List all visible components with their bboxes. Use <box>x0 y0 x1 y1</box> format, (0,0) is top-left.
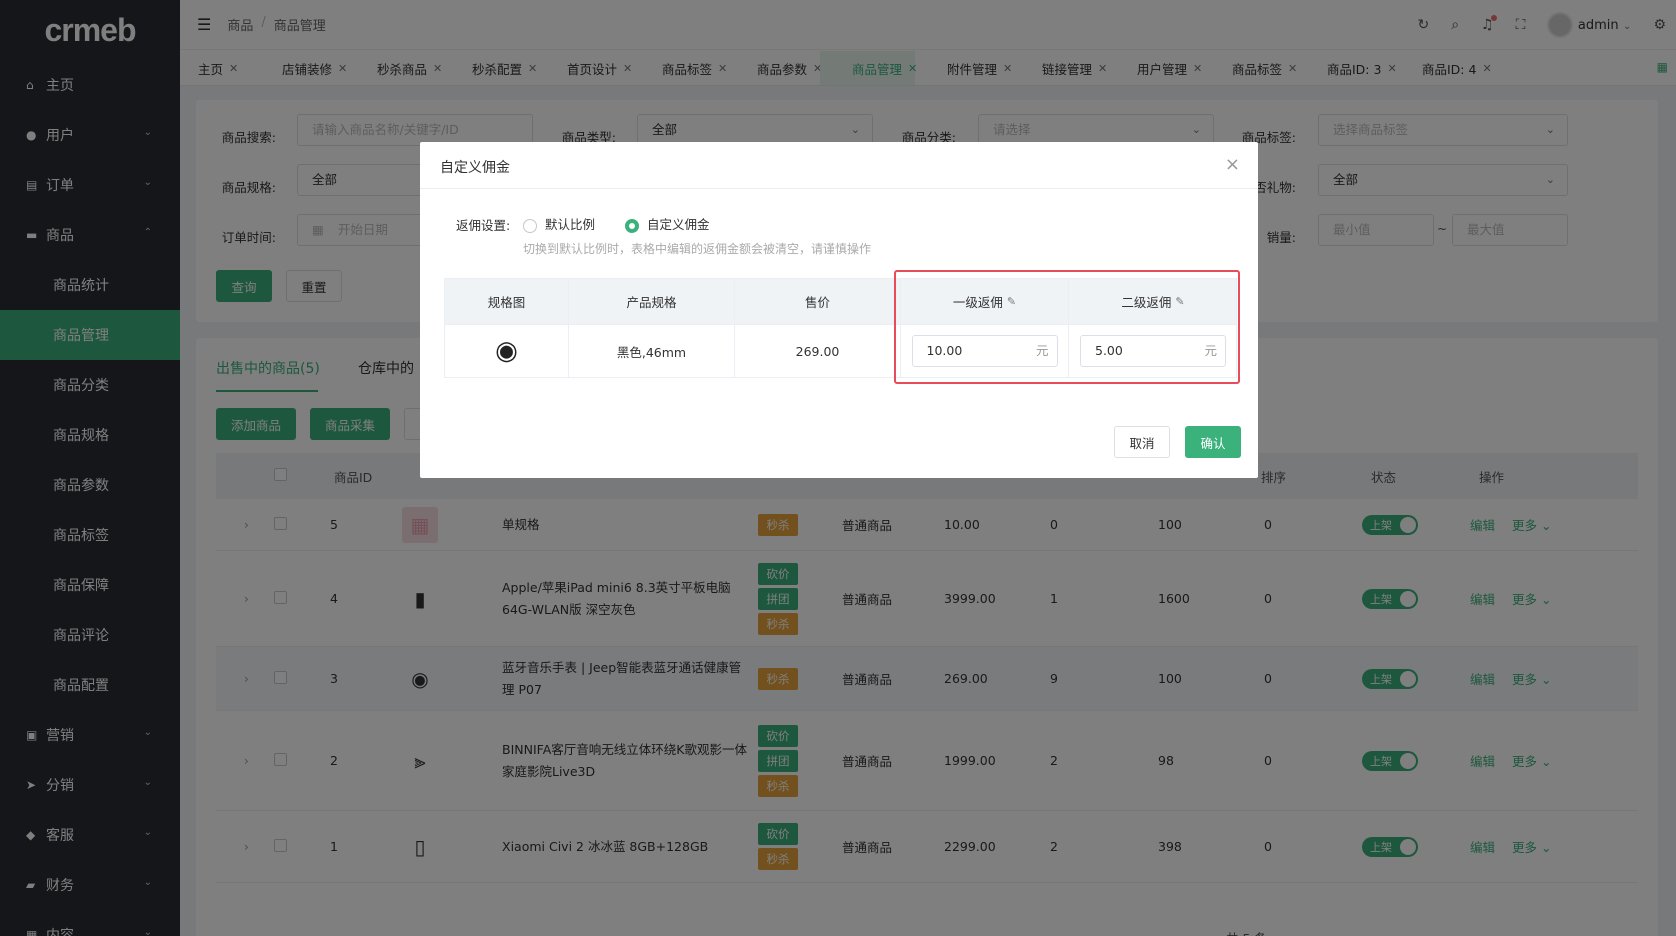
radio-custom-commission[interactable]: 自定义佣金 <box>625 214 710 233</box>
watch-image: ◉ <box>495 336 518 366</box>
commission-dialog: 自定义佣金 × 返佣设置: 默认比例 自定义佣金 切换到默认比例时，表格中编辑的… <box>420 142 1258 478</box>
dialog-title: 自定义佣金 <box>440 160 510 176</box>
radio-label: 自定义佣金 <box>647 217 710 232</box>
spec-price: 269.00 <box>735 325 901 377</box>
radio-button-checked <box>625 218 639 233</box>
col-spec-image: 规格图 <box>445 279 569 324</box>
col-price: 售价 <box>735 279 901 324</box>
spec-image: ◉ <box>445 325 569 377</box>
radio-button <box>523 218 537 233</box>
divider <box>420 188 1258 189</box>
confirm-button[interactable]: 确认 <box>1185 426 1241 458</box>
hint-text: 切换到默认比例时，表格中编辑的返佣金额会被清空，请谨慎操作 <box>523 242 872 256</box>
col-spec: 产品规格 <box>569 279 735 324</box>
commission-setting-label: 返佣设置: <box>456 218 511 233</box>
cancel-button[interactable]: 取消 <box>1114 426 1170 458</box>
radio-label: 默认比例 <box>545 217 596 232</box>
highlight-box <box>894 270 1240 384</box>
spec-value: 黑色,46mm <box>569 325 735 377</box>
radio-default-ratio[interactable]: 默认比例 <box>523 214 595 233</box>
close-icon[interactable]: × <box>1225 154 1240 175</box>
